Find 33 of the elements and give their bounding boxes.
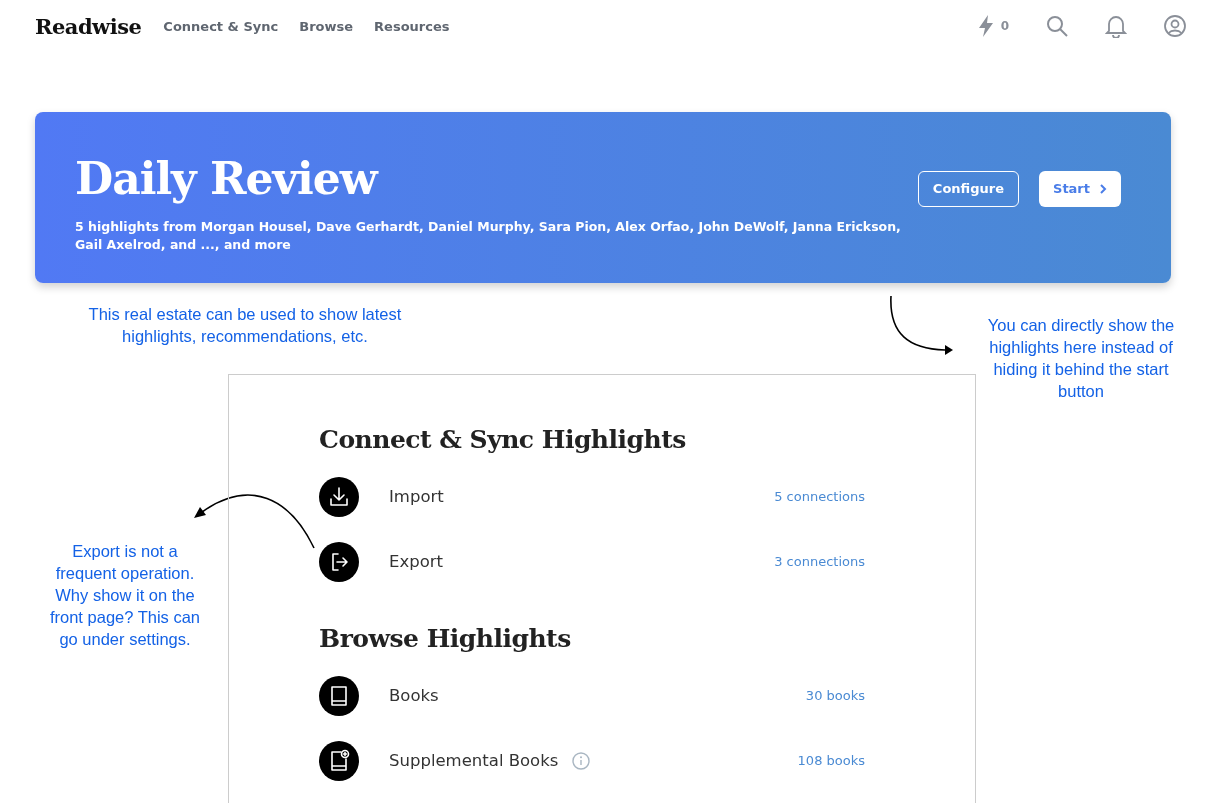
nav-link[interactable]: Browse [299,18,354,34]
lightning-icon[interactable] [976,14,995,38]
download-icon[interactable] [319,476,359,517]
item-count-link[interactable]: 30 books [805,688,865,703]
item-label[interactable]: Import [389,487,444,506]
nav-link[interactable]: Resources [374,18,450,34]
configure-button[interactable]: Configure [917,170,1019,207]
info-icon[interactable] [572,751,591,770]
annotation-note: You can directly show the highlights here instead of hiding it behind the start button [986,315,1176,402]
banner-subtitle: 5 highlights from Morgan Housel, Dave Gerhardt, Daniel Murphy, Sara Pion, Alex Orfao, John DeWolf, Janna Erickson, Gail Axelrod, and ..., and more [75,218,902,254]
section-heading: Connect & Sync Highlights [319,425,687,454]
item-label[interactable]: Books [389,686,439,705]
item-label[interactable]: Export [389,552,443,571]
chevron-icon [1099,182,1107,195]
item-label[interactable]: Supplemental Books [389,751,559,770]
nav-link[interactable]: Connect & Sync [163,18,279,34]
book-plus-icon[interactable] [319,740,359,781]
bell-icon[interactable] [1105,14,1127,38]
annotation-note: This real estate can be used to show latest highlights, recommendations, etc. [87,304,403,347]
annotation-note: Export is not a frequent operation. Why show it on the front page? This can go under settings. [48,541,202,650]
curved-arrow [889,294,955,358]
export-icon[interactable] [319,541,359,582]
readwise-logo[interactable]: Readwise [35,13,142,39]
streak-count: 0 [1000,19,1009,33]
item-count-link[interactable]: 5 connections [774,489,865,504]
search-icon[interactable] [1045,14,1069,38]
item-count-link[interactable]: 108 books [797,753,865,768]
section-heading: Browse Highlights [319,624,572,653]
banner-title: Daily Review [75,153,380,204]
account-icon[interactable] [1163,14,1187,38]
item-count-link[interactable]: 3 connections [774,554,865,569]
book-icon[interactable] [319,675,359,716]
start-button[interactable]: Start [1039,170,1121,207]
